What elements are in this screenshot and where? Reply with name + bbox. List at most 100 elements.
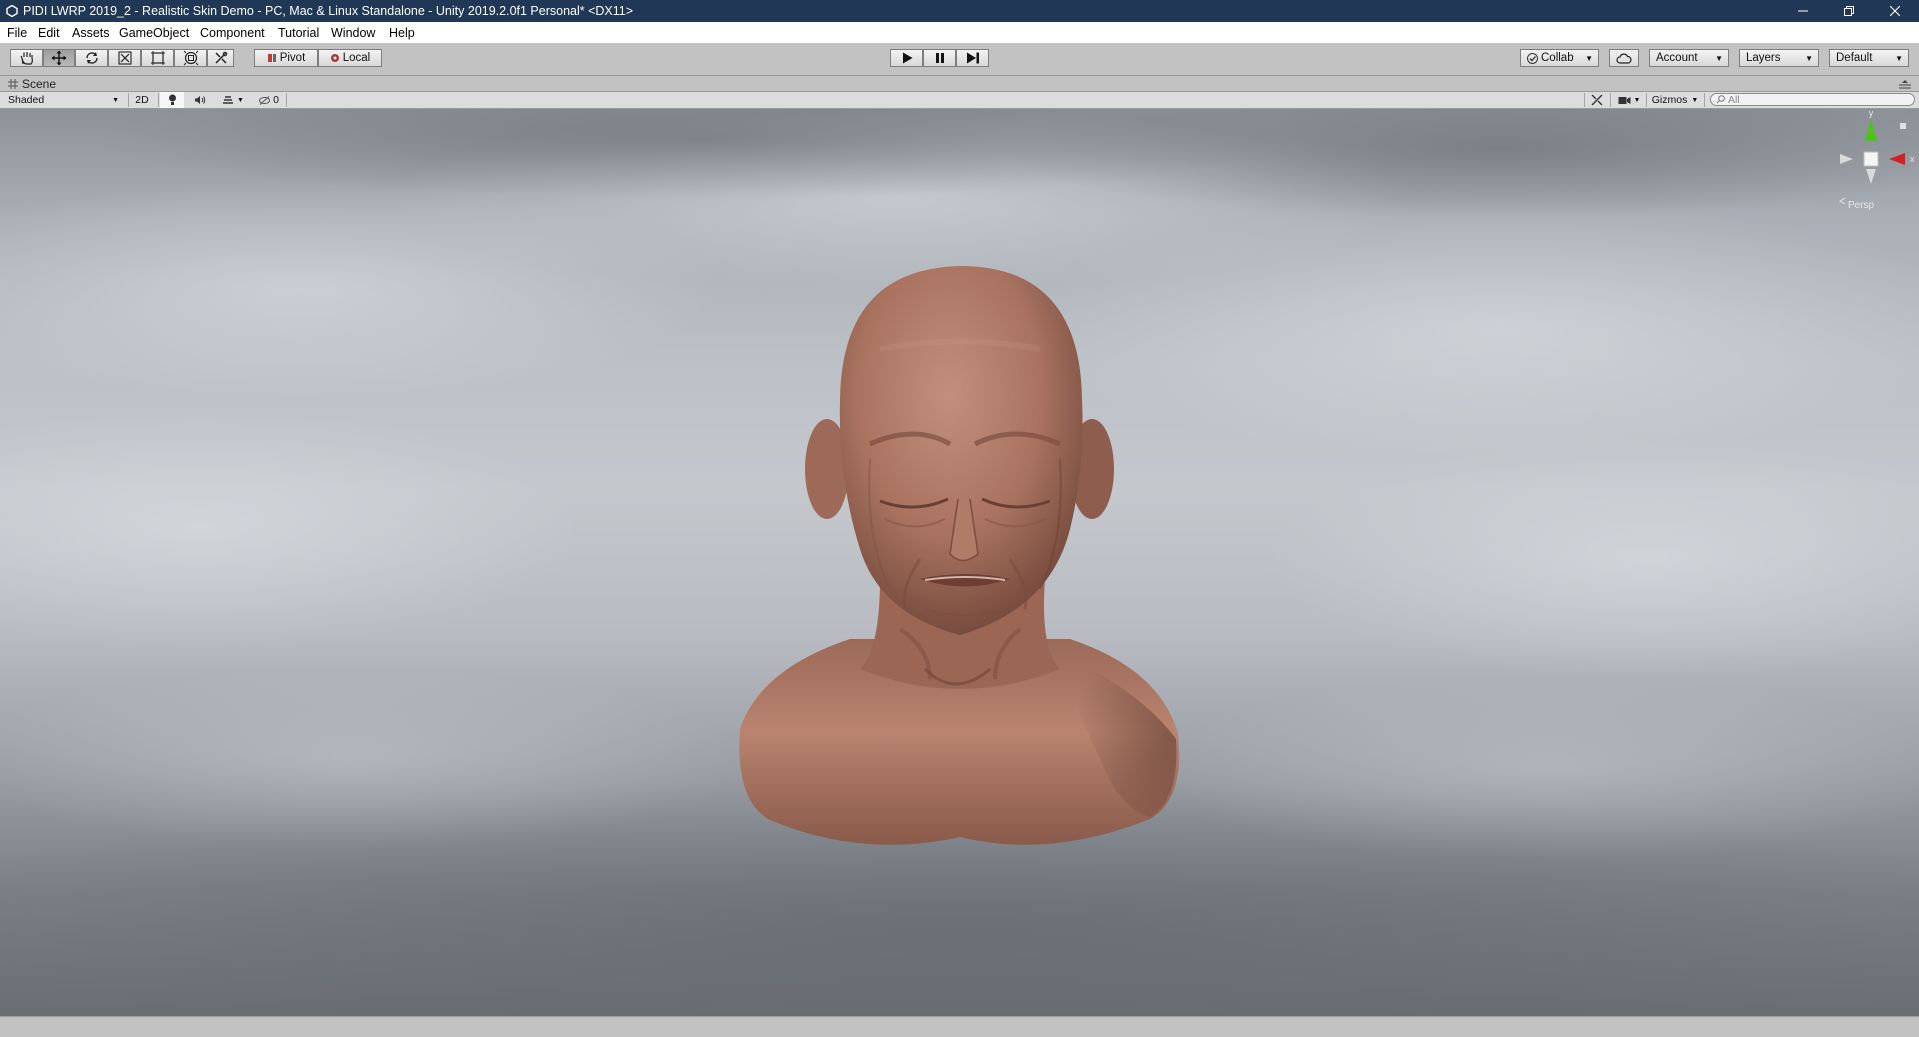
scale-tool-icon	[117, 51, 132, 65]
shading-mode-dropdown[interactable]: Shaded ▼	[0, 92, 123, 108]
custom-tool-button[interactable]	[207, 49, 234, 67]
play-button[interactable]	[890, 49, 923, 67]
layout-label: Default	[1836, 52, 1873, 64]
layers-label: Layers	[1746, 52, 1781, 64]
tab-scene[interactable]: Scene	[8, 77, 56, 91]
transform-tool-icon	[183, 50, 198, 66]
2d-label: 2D	[135, 94, 149, 106]
menu-window[interactable]: Window	[331, 26, 375, 40]
main-toolbar: Pivot Local Collab ▼ Account ▼ Layers ▼	[0, 43, 1919, 76]
axis-x-label: x	[1910, 154, 1915, 164]
effects-dropdown[interactable]: ▼	[216, 92, 250, 108]
close-button[interactable]	[1872, 0, 1918, 22]
menu-gameobject[interactable]: GameObject	[119, 26, 189, 40]
effects-icon	[223, 96, 234, 104]
2d-toggle[interactable]: 2D	[130, 92, 154, 108]
menu-tutorial[interactable]: Tutorial	[278, 26, 319, 40]
restore-button[interactable]	[1826, 0, 1872, 22]
search-icon	[1716, 95, 1725, 104]
transform-tool-button[interactable]	[174, 49, 207, 67]
chevron-down-icon: ▼	[1715, 53, 1723, 63]
hidden-objects-toggle[interactable]: 0	[254, 92, 284, 108]
collab-label: Collab	[1541, 52, 1574, 64]
pivot-icon	[267, 54, 276, 62]
checkmark-icon	[1527, 52, 1538, 64]
gizmo-lock-icon[interactable]	[1900, 123, 1906, 129]
rotate-tool-button[interactable]	[75, 49, 108, 67]
move-tool-icon	[51, 50, 67, 66]
speaker-icon	[195, 96, 206, 104]
scene-view-toolbar: Shaded ▼ 2D ▼ 0 ▼ Gizmos ▼ All	[0, 91, 1919, 109]
hand-tool-button[interactable]	[10, 49, 43, 67]
chevron-down-icon: ▼	[1585, 53, 1593, 63]
eye-slash-icon	[259, 95, 271, 105]
minimize-icon	[1798, 10, 1808, 12]
camera-icon	[1618, 96, 1631, 104]
pause-button[interactable]	[923, 49, 956, 67]
menu-bar: File Edit Assets GameObject Component Tu…	[0, 22, 1919, 43]
play-icon	[902, 52, 912, 64]
layers-dropdown[interactable]: Layers ▼	[1739, 49, 1819, 67]
grid-icon	[8, 79, 18, 89]
gizmos-dropdown[interactable]: Gizmos ▼	[1648, 92, 1702, 108]
scene-tab-header: Scene	[0, 76, 1919, 91]
chevron-down-icon: ▼	[1805, 53, 1813, 63]
audio-toggle[interactable]	[188, 92, 212, 108]
local-toggle[interactable]: Local	[318, 49, 382, 67]
menu-file[interactable]: File	[7, 26, 27, 40]
collab-dropdown[interactable]: Collab ▼	[1520, 49, 1599, 67]
local-icon	[330, 54, 339, 62]
menu-edit[interactable]: Edit	[38, 26, 60, 40]
chevron-down-icon: ▼	[1633, 96, 1641, 104]
minimize-button[interactable]	[1780, 0, 1826, 22]
window-title: PIDI LWRP 2019_2 - Realistic Skin Demo -…	[23, 4, 634, 18]
account-label: Account	[1656, 52, 1698, 64]
tools-icon	[1591, 94, 1603, 106]
scene-search-field[interactable]: All	[1710, 93, 1915, 106]
rect-tool-icon	[150, 51, 165, 65]
menu-lines-icon	[1899, 80, 1911, 89]
cloud-icon	[1616, 53, 1632, 64]
cloud-button[interactable]	[1609, 49, 1639, 67]
menu-help[interactable]: Help	[389, 26, 415, 40]
hidden-count: 0	[273, 94, 279, 106]
unity-logo-icon	[6, 5, 18, 17]
hand-tool-icon	[19, 52, 33, 65]
close-icon	[1890, 6, 1900, 16]
account-dropdown[interactable]: Account ▼	[1649, 49, 1729, 67]
camera-dropdown[interactable]: ▼	[1614, 92, 1644, 108]
tab-menu-button[interactable]	[1899, 78, 1911, 92]
step-icon	[966, 52, 979, 64]
axis-y-label: y	[1869, 109, 1874, 118]
light-bulb-icon	[168, 94, 176, 105]
layout-dropdown[interactable]: Default ▼	[1829, 49, 1909, 67]
scale-tool-button[interactable]	[108, 49, 141, 67]
custom-tool-icon	[214, 51, 227, 64]
chevron-down-icon: ▼	[237, 96, 244, 104]
pause-icon	[935, 53, 944, 63]
chevron-down-icon: ▼	[112, 96, 119, 104]
local-label: Local	[342, 52, 371, 64]
projection-label[interactable]: Persp	[1848, 200, 1875, 211]
scene-tools-button[interactable]	[1586, 92, 1608, 108]
scene-render: y x Persp	[0, 109, 1919, 1016]
scene-viewport[interactable]: y x Persp	[0, 109, 1919, 1016]
window-titlebar: PIDI LWRP 2019_2 - Realistic Skin Demo -…	[0, 0, 1919, 22]
gizmo-center-cube[interactable]	[1863, 151, 1879, 167]
status-bar	[0, 1016, 1919, 1037]
pivot-toggle[interactable]: Pivot	[254, 49, 318, 67]
search-placeholder: All	[1728, 93, 1740, 106]
shading-mode-label: Shaded	[8, 94, 45, 106]
chevron-down-icon: ▼	[1691, 96, 1699, 104]
rect-tool-button[interactable]	[141, 49, 174, 67]
scene-tab-label: Scene	[22, 77, 57, 91]
gizmos-label: Gizmos	[1651, 94, 1688, 106]
menu-component[interactable]: Component	[200, 26, 265, 40]
restore-icon	[1844, 6, 1854, 16]
menu-assets[interactable]: Assets	[72, 26, 110, 40]
lighting-toggle[interactable]	[160, 92, 184, 108]
move-tool-button[interactable]	[43, 49, 75, 67]
rotate-tool-icon	[85, 52, 98, 64]
chevron-down-icon: ▼	[1895, 53, 1903, 63]
step-button[interactable]	[956, 49, 989, 67]
